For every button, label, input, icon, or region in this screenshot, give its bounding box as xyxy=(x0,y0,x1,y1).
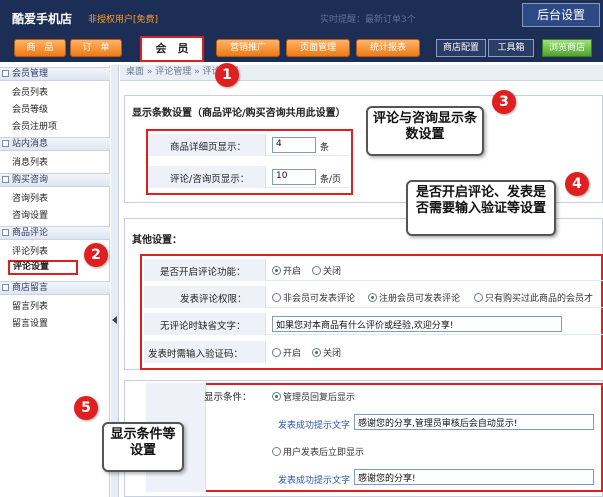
realtime-notice[interactable]: 实时提醒：最新订单3个 xyxy=(320,12,416,25)
sidebar: 会员管理 会员列表 会员等级 会员注册项 站内消息 消息列表 购买咨询 咨询列表… xyxy=(0,65,110,497)
show-immediately-radio[interactable]: 用户发表后立即显示 xyxy=(272,445,364,458)
detail-page-count-row: 商品详细页显示： 4 条 xyxy=(148,134,350,156)
breadcrumb: 桌面 » 评论管理 » 评论设置 xyxy=(120,65,603,81)
collapse-box-icon xyxy=(2,70,9,77)
sidebar-group-members[interactable]: 会员管理 xyxy=(0,67,110,81)
review-page-count-label: 评论/咨询页显示： xyxy=(170,174,250,185)
sidebar-group-reviews[interactable]: 商品评论 xyxy=(0,226,110,240)
success-tip-input-2[interactable]: 感谢您的分享! xyxy=(354,469,594,485)
show-after-reply-radio[interactable]: 管理员回复后显示 xyxy=(272,390,355,403)
sidebar-item-review-settings[interactable]: 评论设置 xyxy=(8,260,78,275)
success-tip-link-1[interactable]: 发表成功提示文字 xyxy=(278,418,350,431)
nav-orders[interactable]: 订 单 xyxy=(70,39,122,57)
success-tip-input-1[interactable]: 感谢您的分享,管理员审核后会自动显示! xyxy=(354,414,594,430)
captcha-off-radio[interactable]: 关闭 xyxy=(312,346,341,359)
review-page-count-input[interactable]: 10 xyxy=(272,169,316,185)
display-condition-label: 显示条件： xyxy=(204,392,252,403)
review-permission-label: 发表评论权限： xyxy=(180,294,247,305)
nav-pages[interactable]: 页面管理 xyxy=(286,39,350,57)
captcha-row: 发表时需输入验证码： 开启 关闭 xyxy=(144,341,603,363)
default-text-row: 无评论时缺省文字： 如果您对本商品有什么评价或经验,欢迎分享! xyxy=(144,313,603,335)
admin-settings-tag: 后台设置 xyxy=(522,3,600,27)
collapse-box-icon xyxy=(2,176,9,183)
collapse-box-icon xyxy=(2,284,9,291)
enable-review-row: 是否开启评论功能： 开启 关闭 xyxy=(144,259,603,281)
callout-display-condition: 显示条件等设置 xyxy=(102,422,184,472)
collapse-box-icon xyxy=(2,229,9,236)
callout-number-2: 2 xyxy=(84,243,108,267)
review-permission-row: 发表评论权限： 非会员可发表评论 注册会员可发表评论 只有购买过此商品的会员才 xyxy=(144,286,603,308)
sidebar-item-inquiry-list[interactable]: 咨询列表 xyxy=(12,191,48,204)
callout-number-4: 4 xyxy=(565,172,589,196)
license-status[interactable]: 非授权用户[免费] xyxy=(88,12,158,25)
chevron-left-icon xyxy=(112,316,117,324)
nav-goods[interactable]: 商 品 xyxy=(14,39,66,57)
sidebar-item-message-list[interactable]: 消息列表 xyxy=(12,155,48,168)
sidebar-group-inquiry[interactable]: 购买咨询 xyxy=(0,173,110,187)
nav-marketing[interactable]: 营销推广 xyxy=(216,39,280,57)
default-text-label: 无评论时缺省文字： xyxy=(160,321,246,332)
sidebar-item-guestbook-settings[interactable]: 留言设置 xyxy=(12,316,48,329)
callout-display-count: 评论与咨询显示条数设置 xyxy=(366,106,484,156)
sidebar-group-messages[interactable]: 站内消息 xyxy=(0,137,110,151)
callout-number-5: 5 xyxy=(74,396,98,420)
sidebar-item-register-fields[interactable]: 会员注册项 xyxy=(12,119,57,132)
callout-number-3: 3 xyxy=(492,90,516,114)
permission-member-radio[interactable]: 注册会员可发表评论 xyxy=(368,291,460,304)
toolbox-button[interactable]: 工具箱 xyxy=(488,39,534,57)
enable-review-label: 是否开启评论功能： xyxy=(160,267,246,278)
other-settings-title: 其他设置： xyxy=(132,235,182,246)
sidebar-item-member-list[interactable]: 会员列表 xyxy=(12,85,48,98)
sidebar-group-guestbook[interactable]: 商店留言 xyxy=(0,281,110,295)
detail-page-count-label: 商品详细页显示： xyxy=(170,142,247,153)
sidebar-item-inquiry-settings[interactable]: 咨询设置 xyxy=(12,208,48,221)
permission-guest-radio[interactable]: 非会员可发表评论 xyxy=(272,291,355,304)
nav-members[interactable]: 会 员 xyxy=(140,36,204,62)
review-page-count-row: 评论/咨询页显示： 10 条/页 xyxy=(148,166,350,188)
permission-buyer-radio[interactable]: 只有购买过此商品的会员才 xyxy=(474,291,593,304)
default-text-input[interactable]: 如果您对本商品有什么评价或经验,欢迎分享! xyxy=(272,316,562,332)
enable-review-off-radio[interactable]: 关闭 xyxy=(312,264,341,277)
collapse-box-icon xyxy=(2,140,9,147)
top-header: 酷爱手机店 非授权用户[免费] 实时提醒：最新订单3个 后台设置 商 品 订 单… xyxy=(0,0,603,62)
enable-review-on-radio[interactable]: 开启 xyxy=(272,264,301,277)
sidebar-item-review-list[interactable]: 评论列表 xyxy=(12,244,48,257)
detail-page-count-input[interactable]: 4 xyxy=(272,137,316,153)
sidebar-item-guestbook-list[interactable]: 留言列表 xyxy=(12,299,48,312)
callout-other-settings: 是否开启评论、发表是否需要输入验证等设置 xyxy=(406,180,556,236)
shop-title: 酷爱手机店 xyxy=(12,12,73,26)
captcha-on-radio[interactable]: 开启 xyxy=(272,346,301,359)
shop-config-button[interactable]: 商店配置 xyxy=(436,39,486,57)
success-tip-link-2[interactable]: 发表成功提示文字 xyxy=(278,473,350,486)
browse-shop-button[interactable]: 浏览商店 xyxy=(542,39,592,57)
nav-stats[interactable]: 统计报表 xyxy=(356,39,420,57)
callout-number-1: 1 xyxy=(215,63,239,87)
detail-page-count-unit: 条 xyxy=(320,143,330,153)
sidebar-item-member-levels[interactable]: 会员等级 xyxy=(12,102,48,115)
display-count-title: 显示条数设置（商品评论/购买咨询共用此设置） xyxy=(132,108,346,119)
review-page-count-unit: 条/页 xyxy=(320,175,342,185)
captcha-label: 发表时需输入验证码： xyxy=(148,349,244,360)
